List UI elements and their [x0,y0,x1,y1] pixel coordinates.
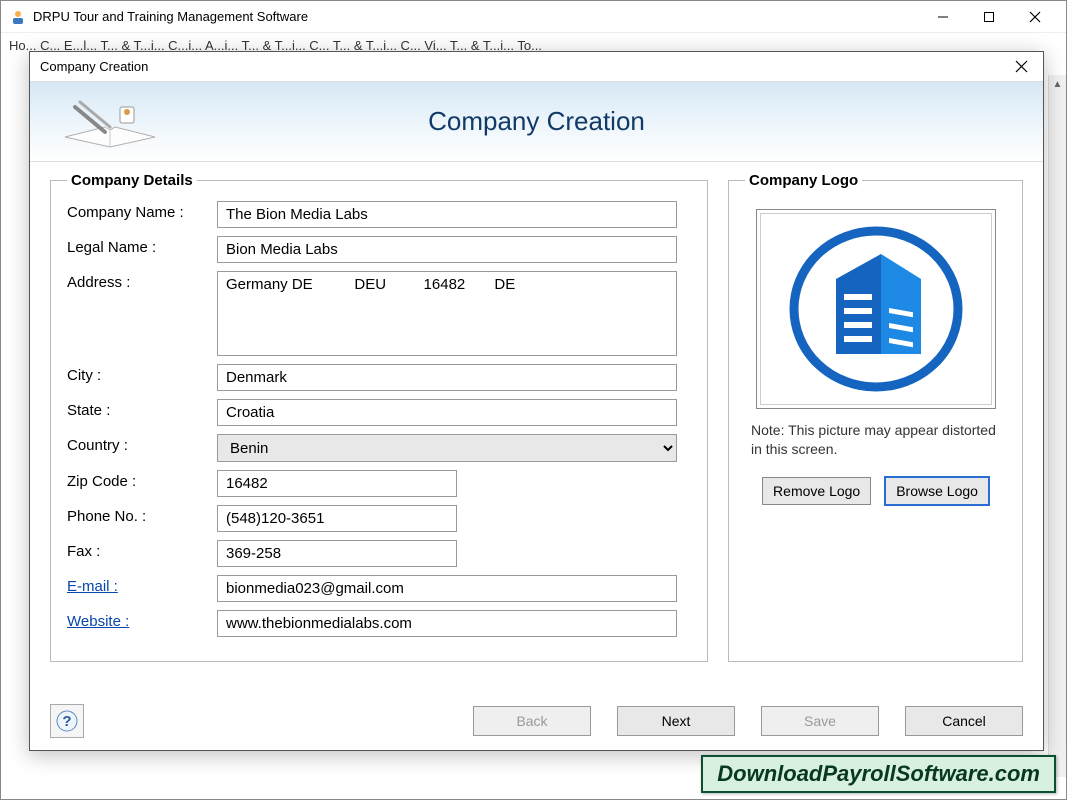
legal-name-label: Legal Name : [67,236,217,256]
back-button: Back [473,706,591,736]
question-icon: ? [56,710,78,732]
help-button[interactable]: ? [50,704,84,738]
state-label: State : [67,399,217,419]
main-titlebar: DRPU Tour and Training Management Softwa… [1,1,1066,33]
remove-logo-button[interactable]: Remove Logo [762,477,871,505]
logo-note: Note: This picture may appear distorted … [751,421,1000,459]
legal-name-input[interactable] [217,236,677,263]
notebook-icon [40,87,180,157]
email-label[interactable]: E-mail : [67,575,217,595]
company-logo-group: Company Logo [728,172,1023,662]
email-input[interactable] [217,575,677,602]
country-label: Country : [67,434,217,454]
website-input[interactable] [217,610,677,637]
company-name-label: Company Name : [67,201,217,221]
maximize-button[interactable] [966,2,1012,32]
app-title: DRPU Tour and Training Management Softwa… [33,9,920,24]
dialog-footer: ? Back Next Save Cancel [50,704,1023,738]
phone-label: Phone No. : [67,505,217,525]
logo-preview [756,209,996,409]
company-creation-dialog: Company Creation Company Creation Co [29,51,1044,751]
state-input[interactable] [217,399,677,426]
company-name-input[interactable] [217,201,677,228]
address-label: Address : [67,271,217,291]
dialog-title: Company Creation [40,59,1009,74]
watermark: DownloadPayrollSoftware.com [701,755,1056,793]
dialog-header: Company Creation [30,82,1043,162]
city-label: City : [67,364,217,384]
minimize-button[interactable] [920,2,966,32]
company-logo-legend: Company Logo [745,172,862,189]
svg-text:?: ? [62,713,71,730]
address-input[interactable]: Germany DE DEU 16482 DE [217,271,677,356]
dialog-close-button[interactable] [1009,55,1033,79]
zip-input[interactable] [217,470,457,497]
dialog-body: Company Details Company Name : Legal Nam… [30,162,1043,674]
city-input[interactable] [217,364,677,391]
building-logo-icon [781,224,971,394]
dialog-header-title: Company Creation [428,106,645,137]
close-button[interactable] [1012,2,1058,32]
app-icon [9,8,27,26]
fax-input[interactable] [217,540,457,567]
main-window: DRPU Tour and Training Management Softwa… [0,0,1067,800]
phone-input[interactable] [217,505,457,532]
next-button[interactable]: Next [617,706,735,736]
company-details-legend: Company Details [67,172,197,189]
website-label[interactable]: Website : [67,610,217,630]
country-select[interactable]: Benin [217,434,677,462]
window-controls [920,2,1058,32]
zip-label: Zip Code : [67,470,217,490]
cancel-button[interactable]: Cancel [905,706,1023,736]
fax-label: Fax : [67,540,217,560]
save-button: Save [761,706,879,736]
dialog-titlebar: Company Creation [30,52,1043,82]
company-details-group: Company Details Company Name : Legal Nam… [50,172,708,662]
browse-logo-button[interactable]: Browse Logo [885,477,989,505]
background-scrollbar[interactable]: ▲ [1048,75,1066,777]
